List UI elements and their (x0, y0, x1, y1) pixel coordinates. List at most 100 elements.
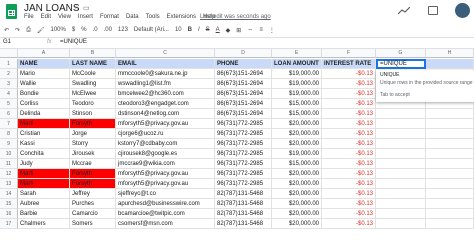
cell[interactable]: Corliss (18, 99, 70, 109)
cell[interactable]: 82(787)131-5468 (215, 219, 272, 229)
cell[interactable]: Teodoro (70, 99, 116, 109)
menu-item-file[interactable]: File (24, 14, 34, 20)
cell[interactable]: sjeffreyc@t.co (116, 189, 215, 199)
align-icon[interactable]: ≡ (259, 27, 263, 33)
cell[interactable] (376, 169, 426, 179)
increase-decimal-button[interactable]: .00 (104, 27, 112, 33)
menu-item-format[interactable]: Format (100, 14, 119, 20)
cell[interactable]: Storry (70, 139, 116, 149)
cell[interactable]: $19,000.00 (272, 79, 322, 89)
cell[interactable]: Forsyth (70, 119, 116, 129)
activity-trend-icon[interactable] (398, 7, 410, 15)
cell[interactable]: 86(673)151-2694 (215, 69, 272, 79)
menu-item-edit[interactable]: Edit (41, 14, 51, 20)
cell[interactable]: wswadling1@list.fm (116, 79, 215, 89)
cell[interactable] (376, 159, 426, 169)
column-header-a[interactable]: A (18, 49, 70, 58)
cell[interactable]: Marti (18, 169, 70, 179)
font-size-select[interactable]: 10 (175, 27, 182, 33)
cell[interactable]: Wallie (18, 79, 70, 89)
borders-icon[interactable]: ⊞ (236, 27, 241, 34)
cell[interactable]: $19,000.00 (272, 149, 322, 159)
header-cell[interactable]: LOAN AMOUNT (272, 59, 322, 69)
cell[interactable]: Mario (18, 69, 70, 79)
strikethrough-button[interactable]: S (206, 27, 210, 33)
cell[interactable]: mforsyth5@privacy.gov.au (116, 169, 215, 179)
redo-icon[interactable]: ↷ (15, 27, 20, 34)
row-number[interactable]: 5 (0, 99, 18, 109)
cell[interactable]: 86(673)151-2694 (215, 99, 272, 109)
cell[interactable]: jmccrae9@wikia.com (116, 159, 215, 169)
cell[interactable]: Stinson (70, 109, 116, 119)
cell[interactable] (426, 149, 474, 159)
document-title[interactable]: JAN LOANS (24, 3, 80, 14)
cell[interactable]: kstorry7@cdbaby.com (116, 139, 215, 149)
column-header-e[interactable]: E (272, 49, 322, 58)
decrease-decimal-button[interactable]: .0 (93, 27, 98, 33)
row-number[interactable]: 3 (0, 79, 18, 89)
cell[interactable] (376, 129, 426, 139)
row-number[interactable]: 11 (0, 159, 18, 169)
menu-item-data[interactable]: Data (126, 14, 139, 20)
cell[interactable]: -$0.13 (322, 69, 376, 79)
cell[interactable]: $19,000.00 (272, 89, 322, 99)
cell[interactable]: -$0.13 (322, 119, 376, 129)
cell[interactable]: $15,000.00 (272, 109, 322, 119)
cell[interactable]: 96(731)772-2985 (215, 149, 272, 159)
cell[interactable]: Aubree (18, 199, 70, 209)
cell[interactable]: $20,000.00 (272, 219, 322, 229)
menu-item-insert[interactable]: Insert (78, 14, 93, 20)
cell[interactable]: Marti (18, 179, 70, 189)
row-number[interactable]: 10 (0, 149, 18, 159)
font-select[interactable]: Default (Ari... (134, 27, 169, 33)
sheets-logo-icon[interactable] (6, 4, 17, 19)
header-cell[interactable]: LAST NAME (70, 59, 116, 69)
cell[interactable]: csomersf@msn.com (116, 219, 215, 229)
cell[interactable] (426, 119, 474, 129)
cell[interactable] (376, 219, 426, 229)
header-cell[interactable]: PHONE (215, 59, 272, 69)
cell[interactable] (376, 139, 426, 149)
cell[interactable]: 96(731)772-2985 (215, 139, 272, 149)
cell[interactable]: dstinson4@netlog.com (116, 109, 215, 119)
number-format-select[interactable]: 123 (118, 27, 128, 33)
cell[interactable]: Mccrae (70, 159, 116, 169)
cell[interactable]: -$0.13 (322, 149, 376, 159)
cell[interactable]: 82(787)131-5468 (215, 199, 272, 209)
cell[interactable] (376, 209, 426, 219)
cell[interactable]: Jorge (70, 129, 116, 139)
cell[interactable]: Forsyth (70, 179, 116, 189)
cell[interactable]: $15,000.00 (272, 99, 322, 109)
menu-item-tools[interactable]: Tools (146, 14, 160, 20)
cell[interactable]: Judy (18, 159, 70, 169)
row-number[interactable]: 9 (0, 139, 18, 149)
cell[interactable]: $20,000.00 (272, 119, 322, 129)
cell[interactable]: 96(731)772-2985 (215, 129, 272, 139)
cell[interactable]: Delinda (18, 109, 70, 119)
italic-button[interactable]: I (198, 27, 200, 33)
cell[interactable]: Sarah (18, 189, 70, 199)
cell[interactable]: 82(787)131-5468 (215, 189, 272, 199)
cell[interactable]: -$0.13 (322, 199, 376, 209)
cell[interactable] (426, 189, 474, 199)
cell[interactable]: Barbie (18, 209, 70, 219)
cell[interactable] (426, 199, 474, 209)
cell[interactable]: $20,000.00 (272, 179, 322, 189)
row-number[interactable]: 6 (0, 109, 18, 119)
star-icon[interactable]: ☆ (73, 4, 79, 12)
row-number[interactable]: 7 (0, 119, 18, 129)
row-number[interactable]: 2 (0, 69, 18, 79)
cell[interactable] (426, 159, 474, 169)
cell[interactable]: -$0.13 (322, 179, 376, 189)
cell[interactable] (376, 149, 426, 159)
header-cell[interactable]: NAME (18, 59, 70, 69)
column-header-d[interactable]: D (215, 49, 272, 58)
undo-icon[interactable]: ↶ (4, 27, 9, 34)
cell[interactable]: 86(673)151-2694 (215, 89, 272, 99)
header-cell[interactable]: INTEREST RATE (322, 59, 376, 69)
select-all-corner[interactable] (0, 49, 18, 58)
column-header-b[interactable]: B (70, 49, 116, 58)
last-edit-link[interactable]: Last edit was seconds ago (200, 14, 271, 20)
cell[interactable]: Forsyth (70, 169, 116, 179)
active-cell-editor[interactable]: =UNIQUE (376, 59, 426, 69)
